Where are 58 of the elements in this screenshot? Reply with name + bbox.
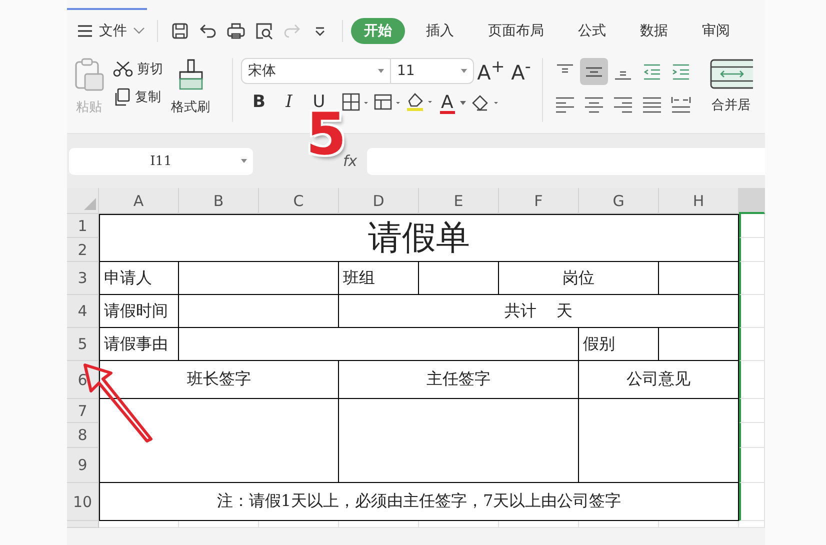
form-heading: 班长签字 bbox=[99, 361, 339, 399]
form-label: 请假事由 bbox=[99, 328, 179, 361]
column-header[interactable]: C bbox=[259, 188, 339, 214]
font-name-dropdown[interactable]: 宋体 bbox=[241, 58, 391, 84]
form-heading: 注：请假1天以上，必须由主任签字，7天以上由公司签字 bbox=[99, 483, 739, 521]
form-heading: 公司意见 bbox=[579, 361, 739, 399]
column-header[interactable]: E bbox=[419, 188, 499, 214]
row-header[interactable]: 5 bbox=[67, 328, 99, 361]
column-header[interactable]: A bbox=[99, 188, 179, 214]
row-header[interactable]: 2 bbox=[67, 238, 99, 262]
bold-button[interactable]: B bbox=[245, 90, 273, 114]
form-label: 请假时间 bbox=[99, 295, 179, 328]
merge-center-button[interactable]: 合并居 bbox=[706, 58, 756, 114]
ribbon-tab[interactable]: 审阅 bbox=[689, 18, 743, 44]
scissors-icon bbox=[113, 61, 133, 77]
column-header[interactable]: H bbox=[659, 188, 739, 214]
middle-align-icon[interactable] bbox=[580, 58, 608, 85]
form-heading: 主任签字 bbox=[339, 361, 579, 399]
form-heading: 岗位 bbox=[499, 262, 659, 295]
merge-cells-icon bbox=[709, 58, 753, 90]
menu-icon bbox=[77, 25, 93, 37]
copy-icon bbox=[113, 88, 131, 106]
column-header[interactable]: B bbox=[179, 188, 259, 214]
form-label: 假别 bbox=[579, 328, 659, 361]
font-size-dropdown[interactable]: 11 bbox=[390, 58, 474, 84]
form-label: 班组 bbox=[339, 262, 419, 295]
copy-button[interactable]: 复制 bbox=[113, 88, 163, 106]
ribbon-tab[interactable]: 数据 bbox=[627, 18, 681, 44]
sheet-cell[interactable] bbox=[739, 521, 765, 528]
increase-font-button[interactable]: A$^{+}$ bbox=[478, 59, 504, 83]
form-heading: 共计 天 bbox=[339, 295, 739, 328]
ribbon-tab[interactable]: 公式 bbox=[565, 18, 619, 44]
ribbon-tab[interactable]: 页面布局 bbox=[475, 18, 557, 44]
clipboard-icon bbox=[73, 58, 105, 92]
chevron-icon bbox=[133, 27, 145, 35]
form-label: 申请人 bbox=[99, 262, 179, 295]
file-menu[interactable]: 文件 bbox=[73, 22, 149, 40]
column-header[interactable]: D bbox=[339, 188, 419, 214]
row-header[interactable]: 3 bbox=[67, 262, 99, 295]
row-header[interactable]: 7 bbox=[67, 399, 99, 423]
sheet-title: 请假单 bbox=[99, 214, 739, 262]
row-header[interactable]: 4 bbox=[67, 295, 99, 328]
name-box[interactable]: I11 bbox=[69, 148, 253, 174]
row-header[interactable]: 1 bbox=[67, 214, 99, 238]
column-header[interactable] bbox=[739, 188, 765, 214]
row-header[interactable]: 10 bbox=[67, 483, 99, 521]
cut-button[interactable]: 剪切 bbox=[113, 60, 163, 78]
row-header[interactable]: 9 bbox=[67, 448, 99, 483]
row-header[interactable]: 8 bbox=[67, 423, 99, 448]
column-header[interactable]: F bbox=[499, 188, 579, 214]
italic-button[interactable]: I bbox=[275, 90, 303, 114]
font-color-button[interactable]: A bbox=[437, 90, 469, 114]
format-painter-button[interactable]: 格式刷 bbox=[169, 58, 212, 116]
decrease-font-button[interactable]: A$^{-}$ bbox=[508, 59, 534, 83]
triangle-icon bbox=[84, 198, 96, 210]
function-label[interactable]: fx bbox=[343, 152, 358, 170]
ribbon-tab[interactable]: 插入 bbox=[413, 18, 467, 44]
column-header[interactable]: G bbox=[579, 188, 659, 214]
